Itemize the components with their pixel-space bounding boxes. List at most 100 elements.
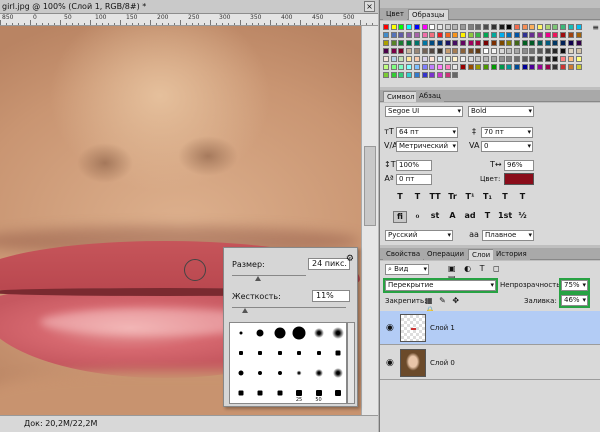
color-swatch[interactable] — [436, 64, 443, 70]
color-swatch[interactable] — [398, 64, 405, 70]
color-swatch[interactable] — [383, 32, 389, 38]
eye-icon[interactable]: ◉ — [386, 358, 394, 368]
brush-preset[interactable] — [309, 324, 328, 343]
font-style-select[interactable]: Bold — [468, 106, 534, 117]
color-swatch[interactable] — [467, 64, 474, 70]
tracking-select[interactable]: 0 — [481, 141, 533, 152]
brush-preset[interactable] — [231, 324, 250, 343]
color-swatch[interactable] — [506, 64, 513, 70]
brush-preset[interactable]: 50 — [309, 384, 328, 403]
opentype-button[interactable]: A — [446, 211, 460, 221]
color-swatch[interactable] — [506, 32, 513, 38]
color-swatch[interactable] — [529, 48, 536, 54]
color-swatch[interactable] — [498, 40, 505, 46]
color-swatch[interactable] — [537, 56, 543, 62]
color-swatch[interactable] — [490, 32, 497, 38]
color-swatch[interactable] — [452, 24, 459, 30]
color-swatch[interactable] — [560, 24, 567, 30]
color-swatch[interactable] — [575, 24, 582, 30]
color-swatch[interactable] — [413, 48, 420, 54]
tab-character[interactable]: Символ — [383, 91, 419, 102]
color-swatch[interactable] — [383, 24, 389, 30]
panel-menu-icon[interactable]: ≡ — [592, 23, 599, 32]
color-swatch[interactable] — [506, 24, 513, 30]
color-swatch[interactable] — [544, 40, 551, 46]
color-swatch[interactable] — [513, 56, 520, 62]
brush-preset[interactable] — [309, 344, 328, 363]
color-swatch[interactable] — [390, 64, 397, 70]
type-style-button[interactable]: TT — [428, 192, 442, 202]
color-swatch[interactable] — [390, 56, 397, 62]
size-slider-thumb[interactable] — [254, 276, 261, 281]
tab-color[interactable]: Цвет — [383, 9, 407, 20]
brush-preset[interactable] — [329, 364, 348, 383]
layer-filter-select[interactable]: ⌕ Вид — [385, 264, 429, 275]
color-swatch[interactable] — [498, 56, 505, 62]
color-swatch[interactable] — [483, 48, 490, 54]
color-swatch[interactable] — [575, 56, 582, 62]
color-swatch[interactable] — [421, 56, 428, 62]
brush-preset[interactable] — [329, 324, 348, 343]
color-swatch[interactable] — [413, 56, 420, 62]
color-swatch[interactable] — [406, 64, 413, 70]
color-swatch[interactable] — [398, 40, 405, 46]
color-swatch[interactable] — [429, 72, 436, 78]
color-swatch[interactable] — [513, 32, 520, 38]
color-swatch[interactable] — [552, 48, 559, 54]
size-slider-track[interactable] — [232, 275, 306, 276]
color-swatch[interactable] — [406, 56, 413, 62]
color-swatch[interactable] — [498, 48, 505, 54]
opentype-button[interactable]: T — [481, 211, 495, 221]
color-swatch[interactable] — [452, 40, 459, 46]
color-swatch[interactable] — [413, 64, 420, 70]
gear-icon[interactable]: ⚙ — [346, 254, 354, 264]
color-swatch[interactable] — [390, 32, 397, 38]
color-swatch[interactable] — [490, 40, 497, 46]
color-swatch[interactable] — [544, 64, 551, 70]
leading-field[interactable]: 70 пт — [481, 127, 533, 138]
color-swatch[interactable] — [567, 64, 574, 70]
color-swatch[interactable] — [490, 48, 497, 54]
color-swatch[interactable] — [390, 48, 397, 54]
color-swatch[interactable] — [421, 40, 428, 46]
size-field[interactable]: 24 пикс. — [308, 258, 350, 270]
color-swatch[interactable] — [513, 24, 520, 30]
tab-properties[interactable]: Свойства — [383, 249, 424, 260]
opentype-button[interactable]: ℴ — [411, 211, 425, 221]
color-swatch[interactable] — [390, 72, 397, 78]
color-swatch[interactable] — [552, 32, 559, 38]
color-swatch[interactable] — [429, 24, 436, 30]
color-swatch[interactable] — [429, 64, 436, 70]
color-swatch[interactable] — [529, 40, 536, 46]
color-swatch[interactable] — [390, 40, 397, 46]
color-swatch[interactable] — [567, 24, 574, 30]
color-swatch[interactable] — [575, 48, 582, 54]
color-swatch[interactable] — [383, 40, 389, 46]
type-style-button[interactable]: T₁ — [481, 192, 495, 202]
close-icon[interactable]: × — [364, 1, 375, 12]
color-swatch[interactable] — [436, 24, 443, 30]
brush-preset[interactable] — [290, 324, 309, 343]
color-swatch[interactable] — [429, 40, 436, 46]
color-swatch[interactable] — [398, 48, 405, 54]
color-swatch[interactable] — [567, 56, 574, 62]
text-color-swatch[interactable] — [504, 173, 534, 185]
vertical-scale-field[interactable]: 100% — [396, 160, 432, 171]
color-swatch[interactable] — [460, 64, 466, 70]
color-swatch[interactable] — [467, 24, 474, 30]
color-swatch[interactable] — [560, 40, 567, 46]
antialias-select[interactable]: Плавное — [482, 230, 534, 241]
brush-preset[interactable] — [329, 344, 348, 363]
baseline-shift-field[interactable]: 0 пт — [396, 174, 432, 185]
brush-preset[interactable] — [231, 344, 250, 363]
opentype-button[interactable]: ½ — [516, 211, 530, 221]
color-swatch[interactable] — [444, 40, 451, 46]
color-swatch[interactable] — [560, 48, 567, 54]
color-swatch[interactable] — [383, 56, 389, 62]
color-swatch[interactable] — [429, 32, 436, 38]
brush-preset[interactable] — [231, 384, 250, 403]
color-swatch[interactable] — [575, 40, 582, 46]
color-swatch[interactable] — [383, 72, 389, 78]
color-swatch[interactable] — [460, 32, 466, 38]
color-swatch[interactable] — [390, 24, 397, 30]
